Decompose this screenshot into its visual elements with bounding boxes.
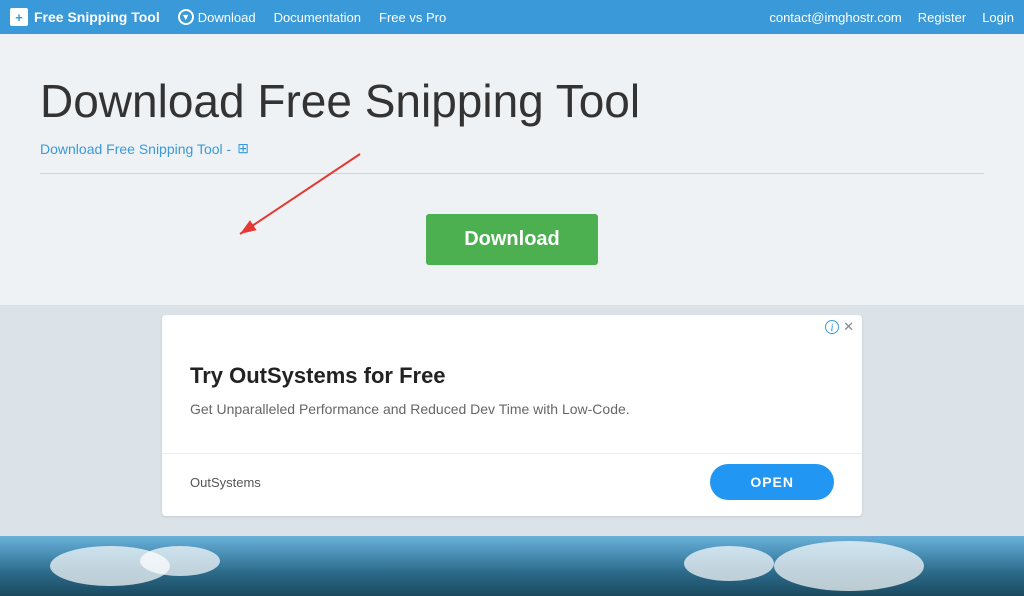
ad-info-bar: i ✕	[162, 315, 862, 339]
nav-download-link[interactable]: ▼ Download	[178, 9, 256, 25]
ad-brand-name: OutSystems	[190, 475, 261, 490]
nav-right: contact@imghostr.com Register Login	[769, 10, 1014, 25]
nav-download-label: Download	[198, 10, 256, 25]
ad-section: i ✕ Try OutSystems for Free Get Unparall…	[0, 305, 1024, 536]
nav-free-vs-pro-link[interactable]: Free vs Pro	[379, 10, 446, 25]
hero-image	[0, 536, 1024, 596]
ad-card: i ✕ Try OutSystems for Free Get Unparall…	[162, 315, 862, 516]
cloud-decoration	[140, 546, 220, 576]
ad-footer: OutSystems OPEN	[162, 453, 862, 516]
brand-link[interactable]: + Free Snipping Tool	[10, 8, 160, 26]
download-area: Download	[40, 204, 984, 285]
ad-body: Try OutSystems for Free Get Unparalleled…	[162, 339, 862, 453]
ad-title: Try OutSystems for Free	[190, 363, 834, 389]
nav-register-link[interactable]: Register	[918, 10, 966, 25]
cloud-decoration	[684, 546, 774, 581]
page-title: Download Free Snipping Tool	[40, 74, 984, 128]
navbar: + Free Snipping Tool ▼ Download Document…	[0, 0, 1024, 34]
nav-contact-link[interactable]: contact@imghostr.com	[769, 10, 901, 25]
ad-description: Get Unparalleled Performance and Reduced…	[190, 401, 834, 417]
arrow-annotation	[30, 144, 370, 264]
download-button[interactable]: Download	[426, 214, 598, 265]
ad-close-button[interactable]: ✕	[843, 319, 854, 335]
nav-free-vs-pro-label: Free vs Pro	[379, 10, 446, 25]
brand-icon: +	[10, 8, 28, 26]
nav-documentation-link[interactable]: Documentation	[274, 10, 361, 25]
ad-info-icon[interactable]: i	[825, 320, 839, 334]
nav-left: + Free Snipping Tool ▼ Download Document…	[10, 8, 446, 26]
ad-open-button[interactable]: OPEN	[710, 464, 834, 500]
download-circle-icon: ▼	[178, 9, 194, 25]
cloud-decoration	[774, 541, 924, 591]
main-content: Download Free Snipping Tool Download Fre…	[0, 34, 1024, 305]
nav-documentation-label: Documentation	[274, 10, 361, 25]
brand-label: Free Snipping Tool	[34, 9, 160, 25]
nav-login-link[interactable]: Login	[982, 10, 1014, 25]
